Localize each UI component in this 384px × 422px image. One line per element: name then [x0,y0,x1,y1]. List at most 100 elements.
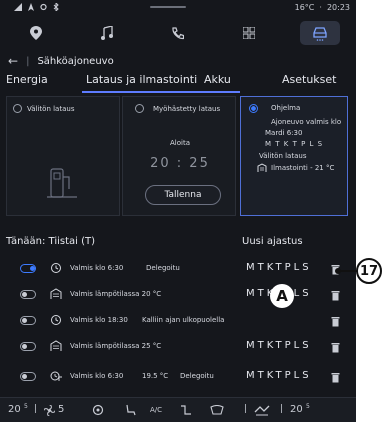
callout-marker-a: A [270,284,294,308]
schedule-row-3[interactable]: Valmis klo 18:30 Kalliin ajan ulkopuolel… [0,308,356,334]
seat-heating-icon[interactable] [92,404,104,416]
app-grid[interactable] [229,21,269,45]
ac-label[interactable]: A/C [150,406,162,414]
new-schedule-label[interactable]: Uusi ajastus [242,236,303,247]
schedule-row-4[interactable]: Valmis lämpötilassa 25 °C MTKTPLS [0,334,356,360]
page-header: ← | Sähköajoneuvo [8,54,114,68]
schedule-toggle[interactable] [20,290,36,299]
climate-bottom-bar: 20 5 | 5 A/C | | 20 5 [0,397,356,422]
schedule-row-extra-2: Delegoitu [180,372,214,380]
schedule-toggle[interactable] [20,264,36,273]
tab-akku[interactable]: Akku [204,73,231,86]
schedule-row-extra: 19.5 °C [142,372,169,380]
schedule-row-extra: Delegoitu [146,264,180,272]
card-immediate-charge[interactable]: Välitön lataus [6,96,120,216]
schedule-toggle[interactable] [20,342,36,351]
toggle-knob [30,266,35,271]
left-temperature[interactable]: 20 [8,404,21,415]
delayed-charge-title: Myöhästetty lataus [153,105,221,113]
signal-icon [14,3,22,11]
status-icons [14,3,59,11]
schedule-row-text: Valmis klo 18:30 [70,316,128,324]
fan-speed[interactable]: 5 [58,404,64,415]
program-title: Ohjelma [271,104,301,112]
tab-bar: Energia Lataus ja ilmastointi Akku Asetu… [0,71,356,93]
apps-grid-icon [243,27,256,39]
today-label: Tänään: Tiistai (T) [6,236,96,247]
phone-icon [172,26,185,39]
vehicle-icon [313,27,327,41]
climate-icon [257,163,267,172]
steering-heat-icon[interactable] [180,405,192,415]
seat-icon[interactable] [124,404,136,416]
infotainment-screen: 16°C · 20:23 ← | Sähköajoneuvo Energia L… [0,0,356,422]
app-navigation[interactable] [16,21,56,45]
save-button[interactable]: Tallenna [145,185,221,205]
status-right: 16°C · 20:23 [295,3,350,12]
fan-icon[interactable] [44,405,55,416]
music-icon [100,26,113,40]
schedule-row-text: Valmis lämpötilassa 20 °C [70,290,162,298]
clock-climate-icon [50,371,62,381]
delete-icon[interactable] [331,316,340,327]
schedule-row-1[interactable]: Valmis klo 6:30 Delegoitu MTKTPLS [0,256,356,282]
active-tab-indicator [82,91,240,93]
program-days: M T K T P L S [265,140,324,148]
right-temperature-decimal: 5 [306,403,310,410]
tab-asetukset[interactable]: Asetukset [282,73,337,86]
divider: | [34,404,38,414]
app-phone[interactable] [158,21,198,45]
schedule-toggle[interactable] [20,316,36,325]
climate-settings-icon[interactable] [254,404,270,416]
status-handle[interactable] [150,6,186,8]
toggle-knob [22,292,27,297]
header-divider: | [26,55,30,67]
program-ready-day-time: Mardi 6:30 [265,129,303,137]
toggle-knob [22,344,27,349]
navigation-pin-icon [29,26,42,40]
delete-icon[interactable] [331,372,340,383]
page-title: Sähköajoneuvo [37,55,114,67]
app-vehicle[interactable] [300,21,341,45]
bluetooth-icon [53,3,59,11]
outside-temperature: 16°C [294,3,315,12]
card-delayed-charge[interactable]: Myöhästetty lataus Aloita 20 : 25 Tallen… [122,96,236,216]
location-status-icon [28,3,34,11]
program-ready-label: Ajoneuvo valmis klo [271,118,342,126]
clock-charge-icon [51,263,61,273]
card-program[interactable]: Ohjelma Ajoneuvo valmis klo Mardi 6:30 M… [240,96,348,216]
climate-icon [50,288,62,299]
charging-station-icon [47,168,77,198]
schedule-toggle[interactable] [20,372,36,381]
left-temperature-decimal: 5 [24,403,28,410]
clock-charge-icon [51,315,61,325]
program-charge-mode: Välitön lataus [259,152,307,160]
delayed-start-time[interactable]: 20 : 25 [123,156,237,171]
windshield-defrost-icon[interactable] [210,405,224,415]
toggle-knob [22,318,27,323]
status-bar: 16°C · 20:23 [0,0,356,16]
schedule-row-extra: Kalliin ajan ulkopuolella [142,316,225,324]
tab-energia[interactable]: Energia [6,73,48,86]
program-climate: Ilmastointi - 21 °C [271,164,335,172]
delete-icon[interactable] [331,290,340,301]
radio-program[interactable] [249,104,258,113]
callout-number-17: 17 [356,258,382,284]
gear-status-icon [40,3,47,11]
callout-leader-line [338,270,358,272]
schedule-row-text: Valmis klo 6:30 [70,372,124,380]
schedule-row-days: MTKTPLS [246,340,312,351]
schedule-row-2[interactable]: Valmis lämpötilassa 20 °C MTKTPLS [0,282,356,308]
right-temperature[interactable]: 20 [290,404,303,415]
radio-immediate-charge[interactable] [13,104,22,113]
app-bar [0,18,356,48]
schedule-row-days: MTKTPLS [246,370,312,381]
radio-delayed-charge[interactable] [135,104,144,113]
divider: | [280,404,284,414]
delete-icon[interactable] [331,342,340,353]
schedule-row-5[interactable]: Valmis klo 6:30 19.5 °C Delegoitu MTKTPL… [0,364,356,390]
app-music[interactable] [87,21,127,45]
tab-lataus-ja-ilmastointi[interactable]: Lataus ja ilmastointi [86,73,197,86]
status-separator: · [319,3,322,12]
back-arrow-icon[interactable]: ← [8,54,18,68]
